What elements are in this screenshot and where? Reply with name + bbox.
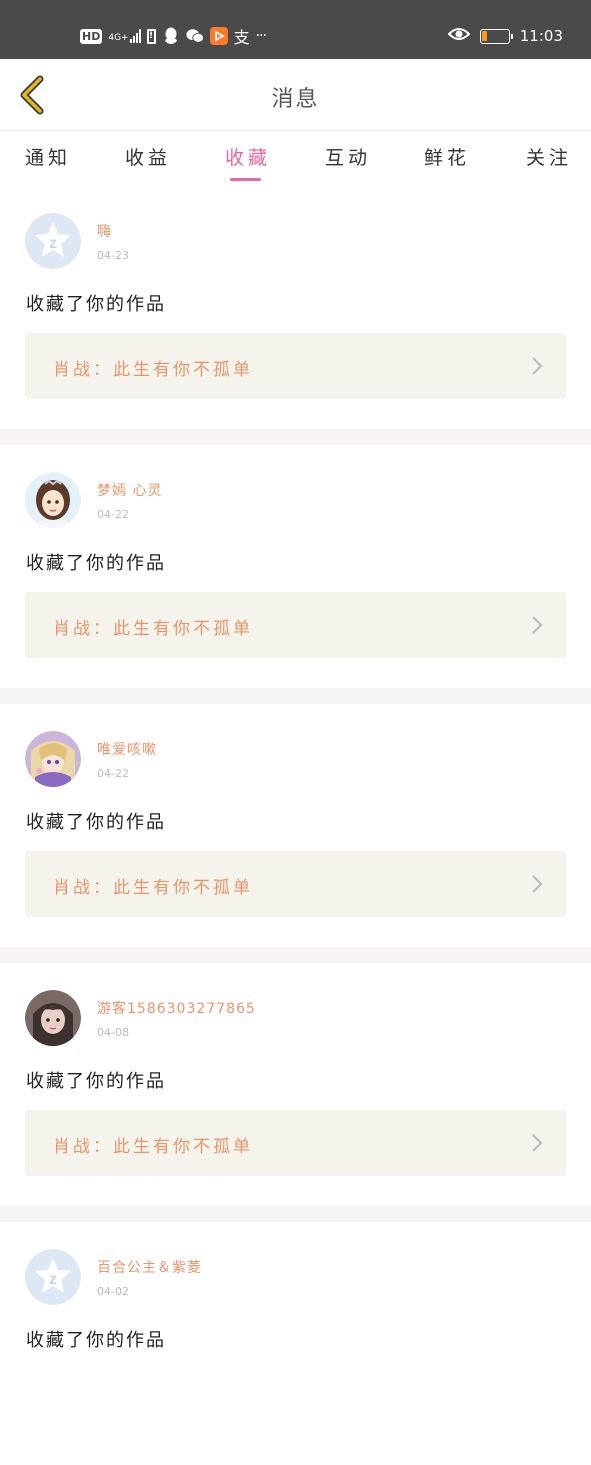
work-link[interactable]: 肖战：此生有你不孤单: [25, 592, 566, 658]
action-text: 收藏了你的作品: [26, 812, 166, 833]
header: 消息: [0, 59, 591, 131]
work-link[interactable]: 肖战：此生有你不孤单: [25, 1110, 566, 1176]
separator: [0, 947, 591, 963]
tab-notifications[interactable]: 通知: [25, 143, 71, 170]
separator: [0, 1206, 591, 1222]
action-text: 收藏了你的作品: [26, 294, 166, 315]
work-title: 肖战：此生有你不孤单: [53, 619, 253, 639]
girl-avatar[interactable]: [25, 472, 81, 528]
username[interactable]: 嗨: [97, 221, 112, 241]
status-bar: HD 4G+ ! 支 ··· 11:03: [0, 0, 591, 59]
page-title: 消息: [271, 87, 320, 112]
tab-bar: 通知 收益 收藏 互动 鲜花 关注: [0, 131, 591, 186]
username[interactable]: 唯爱咳嗽: [97, 739, 157, 759]
alert-icon: !: [146, 28, 156, 44]
clock: 11:03: [519, 27, 563, 45]
active-tab-indicator: [230, 178, 261, 181]
date: 04-22: [97, 767, 129, 780]
default-avatar[interactable]: z: [25, 1249, 81, 1305]
wechat-icon: [186, 27, 204, 45]
date: 04-02: [97, 1285, 129, 1298]
more-icon: ···: [255, 28, 267, 44]
status-left-icons: HD 4G+ ! 支 ···: [80, 24, 267, 48]
date: 04-23: [97, 249, 129, 262]
list-item: 游客15863032778​65 04-08 收藏了你的作品 肖战：此生有你不孤…: [0, 963, 591, 1206]
chevron-right-icon: [532, 1134, 543, 1152]
anime-avatar[interactable]: [25, 731, 81, 787]
network-type-label: 4G+: [108, 33, 129, 43]
list-item: z 百合公主＆紫菱 04-02 收藏了你的作品: [0, 1222, 591, 1465]
work-title: 肖战：此生有你不孤单: [53, 1137, 253, 1157]
tab-flowers[interactable]: 鲜花: [424, 143, 470, 170]
tab-interactions[interactable]: 互动: [325, 143, 371, 170]
work-title: 肖战：此生有你不孤单: [53, 360, 253, 380]
list-item: 梦嫣 心灵 04-22 收藏了你的作品 肖战：此生有你不孤单: [0, 445, 591, 688]
alipay-icon: 支: [233, 28, 250, 47]
work-link[interactable]: 肖战：此生有你不孤单: [25, 851, 566, 917]
action-text: 收藏了你的作品: [26, 553, 166, 574]
chevron-right-icon: [532, 357, 543, 375]
list-item: 唯爱咳嗽 04-22 收藏了你的作品 肖战：此生有你不孤单: [0, 704, 591, 947]
action-text: 收藏了你的作品: [26, 1071, 166, 1092]
eye-icon: [447, 26, 471, 46]
status-right-icons: 11:03: [447, 24, 563, 48]
battery-fill: [482, 31, 488, 41]
separator: [0, 429, 591, 445]
photo-avatar[interactable]: [25, 990, 81, 1046]
chevron-right-icon: [532, 616, 543, 634]
chevron-right-icon: [532, 875, 543, 893]
video-app-icon: [209, 27, 228, 45]
tab-earnings[interactable]: 收益: [125, 143, 171, 170]
svg-text:z: z: [49, 235, 57, 252]
list-item: z 嗨 04-23 收藏了你的作品 肖战：此生有你不孤单: [0, 186, 591, 429]
work-title: 肖战：此生有你不孤单: [53, 878, 253, 898]
separator: [0, 688, 591, 704]
hd-icon: HD: [80, 28, 103, 44]
default-avatar[interactable]: z: [25, 213, 81, 269]
action-text: 收藏了你的作品: [26, 1330, 166, 1351]
date: 04-08: [97, 1026, 129, 1039]
username[interactable]: 梦嫣 心灵: [97, 480, 162, 500]
signal-icon: 4G+: [108, 29, 141, 43]
username[interactable]: 百合公主＆紫菱: [97, 1257, 202, 1277]
tab-following[interactable]: 关注: [526, 143, 572, 170]
work-link[interactable]: 肖战：此生有你不孤单: [25, 333, 566, 399]
date: 04-22: [97, 508, 129, 521]
tab-favorites[interactable]: 收藏: [225, 143, 271, 170]
qq-icon: [162, 27, 180, 45]
username[interactable]: 游客15863032778​65: [97, 998, 256, 1018]
message-list: z 嗨 04-23 收藏了你的作品 肖战：此生有你不孤单 梦嫣 心灵 04-22…: [0, 186, 591, 1465]
battery-icon: [479, 28, 513, 44]
